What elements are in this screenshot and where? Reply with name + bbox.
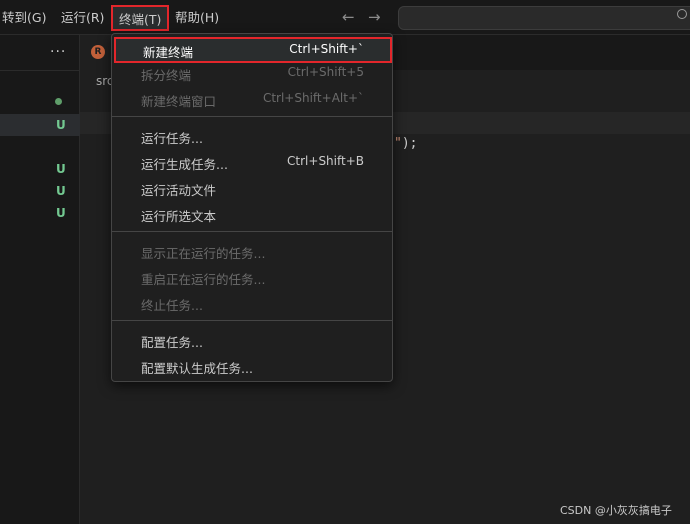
menu-item-new-terminal-window[interactable]: 新建终端窗口 Ctrl+Shift+Alt+` [112,86,392,112]
menu-separator [112,116,392,117]
menu-item-shortcut: Ctrl+Shift+5 [287,65,364,79]
menu-help[interactable]: 帮助(H) [175,8,219,28]
menu-terminal[interactable]: 终端(T) [111,5,170,31]
menu-item-label: 运行活动文件 [141,183,217,198]
watermark: CSDN @小灰灰搞电子 [560,504,672,517]
menu-item-configure-default-build-task[interactable]: 配置默认生成任务... [112,353,392,379]
sidebar-divider [0,70,80,71]
explorer-sidebar [0,35,80,524]
menu-item-restart-running-task[interactable]: 重启正在运行的任务... [112,264,392,290]
rust-file-icon: R [91,45,105,59]
menu-item-label: 新建终端窗口 [141,94,217,109]
menu-bar: 转到(G) 运行(R) 终端(T) 帮助(H) ← → [0,0,690,35]
menu-item-label: 运行任务... [141,131,203,146]
menu-item-configure-tasks[interactable]: 配置任务... [112,327,392,353]
explorer-row-selected[interactable] [0,114,80,136]
menu-item-label: 终止任务... [141,298,203,313]
untracked-badge: U [56,118,66,132]
menu-item-show-running-tasks[interactable]: 显示正在运行的任务... [112,238,392,264]
menu-item-run-active-file[interactable]: 运行活动文件 [112,175,392,201]
menu-item-shortcut: Ctrl+Shift+` [289,42,364,56]
arrow-right-icon[interactable]: → [368,8,381,26]
menu-item-run-task[interactable]: 运行任务... [112,123,392,149]
menu-item-label: 运行所选文本 [141,209,217,224]
menu-item-label: 拆分终端 [141,68,192,83]
menu-item-label: 显示正在运行的任务... [141,246,266,261]
menu-item-shortcut: Ctrl+Shift+B [287,154,364,168]
menu-separator [112,320,392,321]
modified-dot-icon [55,98,62,105]
arrow-left-icon[interactable]: ← [342,8,355,26]
menu-item-label: 重启正在运行的任务... [141,272,266,287]
code-punctuation: ); [401,136,418,151]
menu-item-label: 新建终端 [143,45,194,60]
more-actions-icon[interactable]: ··· [50,44,66,60]
string-quote: " [394,136,402,151]
menu-item-split-terminal[interactable]: 拆分终端 Ctrl+Shift+5 [112,60,392,86]
code-line: "); [394,136,417,151]
menu-item-run-build-task[interactable]: 运行生成任务... Ctrl+Shift+B [112,149,392,175]
command-center-search[interactable] [398,6,690,30]
untracked-badge: U [56,206,66,220]
menu-run[interactable]: 运行(R) [61,8,104,28]
menu-item-shortcut: Ctrl+Shift+Alt+` [262,91,364,105]
menu-separator [112,231,392,232]
menu-item-label: 配置任务... [141,335,203,350]
terminal-menu-dropdown: 新建终端 Ctrl+Shift+` 拆分终端 Ctrl+Shift+5 新建终端… [111,33,393,382]
menu-item-run-selected-text[interactable]: 运行所选文本 [112,201,392,227]
menu-item-terminate-task[interactable]: 终止任务... [112,290,392,316]
menu-item-label: 配置默认生成任务... [141,361,253,376]
menu-item-label: 运行生成任务... [141,157,228,172]
menu-goto[interactable]: 转到(G) [2,8,46,28]
search-icon [677,9,687,19]
untracked-badge: U [56,184,66,198]
untracked-badge: U [56,162,66,176]
